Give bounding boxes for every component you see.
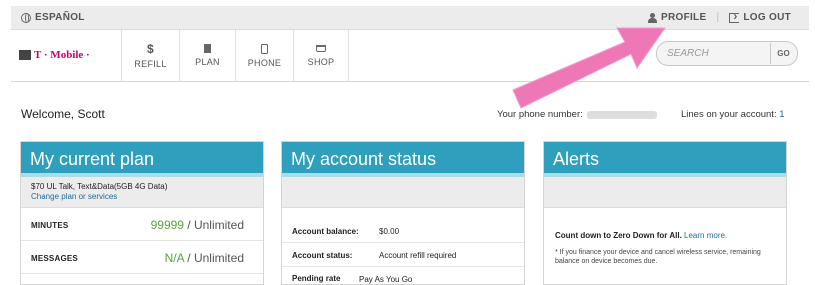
phone-number-label: Your phone number:: [497, 109, 583, 120]
balance-label: Account balance:: [292, 227, 359, 236]
alert-text: Count down to Zero Down for All.: [555, 231, 682, 240]
language-link[interactable]: ESPAÑOL: [21, 12, 85, 23]
phone-icon: [261, 43, 268, 54]
profile-link[interactable]: PROFILE: [648, 12, 706, 23]
balance-value: $0.00: [379, 227, 400, 236]
tmobile-account-page: ESPAÑOL PROFILE | LOG OUT T · Mobile · $…: [0, 0, 815, 285]
person-icon: [648, 12, 657, 23]
alert-message: Count down to Zero Down for All. Learn m…: [555, 231, 786, 240]
lines-label: Lines on your account:: [681, 109, 777, 120]
pending-change-row: Pending rate plan change: Pay As You Go: [282, 267, 524, 284]
card-title: My account status: [282, 142, 524, 177]
logo-mark-icon: [19, 50, 31, 60]
usage-label: MINUTES: [31, 221, 69, 230]
logout-link[interactable]: LOG OUT: [729, 9, 791, 23]
account-balance-row: Account balance: $0.00: [282, 219, 524, 243]
usage-label: MESSAGES: [31, 254, 78, 263]
language-label: ESPAÑOL: [35, 12, 85, 23]
card-title: Alerts: [544, 142, 786, 177]
account-status-row: Account status: Account refill required: [282, 243, 524, 267]
alerts-card: Alerts Count down to Zero Down for All. …: [543, 141, 787, 285]
card-title: My current plan: [21, 142, 263, 177]
brand-name: T · Mobile ·: [34, 49, 90, 61]
plan-summary: $70 UL Talk, Text&Data(5GB 4G Data) Chan…: [21, 177, 263, 208]
nav-refill-label: REFILL: [134, 58, 167, 69]
nav-shop-label: SHOP: [307, 56, 335, 67]
current-plan-card: My current plan $70 UL Talk, Text&Data(5…: [20, 141, 264, 285]
welcome-greeting: Welcome, Scott: [21, 107, 105, 121]
phone-number-row: Your phone number:: [497, 109, 657, 120]
nav-plan-label: PLAN: [195, 57, 220, 67]
pending-value: Pay As You Go: [359, 275, 413, 284]
status-value: Account refill required: [379, 251, 457, 260]
lines-count-link[interactable]: 1: [779, 109, 784, 120]
lines-on-account: Lines on your account: 1: [681, 109, 785, 120]
nav-phone[interactable]: PHONE: [235, 30, 293, 81]
dollar-icon: $: [147, 41, 154, 56]
account-status-card: My account status Account balance: $0.00…: [281, 141, 525, 285]
usage-row-minutes: MINUTES 99999 / Unlimited: [21, 208, 263, 241]
search-box: GO: [656, 41, 798, 66]
learn-more-link[interactable]: Learn more.: [684, 231, 727, 240]
profile-label: PROFILE: [661, 12, 707, 23]
nav-phone-label: PHONE: [247, 57, 282, 68]
change-plan-link[interactable]: Change plan or services: [31, 192, 263, 202]
document-icon: [204, 44, 211, 53]
search-input[interactable]: [658, 43, 762, 64]
usage-used: 99999: [150, 218, 184, 232]
separator: |: [716, 12, 720, 23]
tmobile-logo[interactable]: T · Mobile ·: [19, 49, 90, 61]
nav-shop[interactable]: SHOP: [293, 30, 349, 81]
search-go-button[interactable]: GO: [770, 43, 796, 64]
pending-label: Pending rate plan change:: [292, 274, 341, 283]
card-subheader: [544, 177, 786, 208]
status-label: Account status:: [292, 251, 353, 260]
utility-bar: ESPAÑOL PROFILE | LOG OUT: [11, 6, 809, 30]
plan-name: $70 UL Talk, Text&Data(5GB 4G Data): [31, 182, 168, 191]
usage-row-messages: MESSAGES N/A / Unlimited: [21, 241, 263, 274]
usage-limit: / Unlimited: [183, 218, 244, 232]
nav-refill[interactable]: $ REFILL: [121, 30, 179, 81]
main-nav: T · Mobile · $ REFILL PLAN PHONE SHOP GO: [11, 30, 809, 82]
logout-label: LOG OUT: [743, 12, 791, 23]
nav-plan[interactable]: PLAN: [179, 30, 235, 81]
card-subheader: [282, 177, 524, 208]
alert-footnote: * If you finance your device and cancel …: [555, 249, 761, 265]
usage-value: N/A / Unlimited: [165, 251, 244, 265]
alert-body: Count down to Zero Down for All. Learn m…: [544, 208, 786, 266]
globe-icon: [21, 12, 31, 23]
account-links: PROFILE | LOG OUT: [648, 9, 791, 23]
redacted-phone-number: [586, 110, 657, 119]
usage-used: N/A: [164, 251, 184, 265]
usage-value: 99999 / Unlimited: [151, 218, 244, 232]
cart-icon: [316, 44, 326, 52]
usage-limit: / Unlimited: [183, 251, 244, 265]
logout-icon: [729, 9, 740, 23]
